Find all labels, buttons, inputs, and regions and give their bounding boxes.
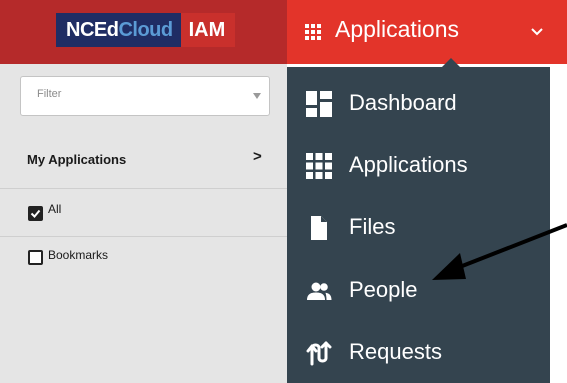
all-checkbox[interactable] <box>28 206 43 221</box>
bookmarks-label: Bookmarks <box>48 248 109 262</box>
menu-item-applications[interactable]: Applications <box>287 140 550 192</box>
ncedcloud-logo[interactable]: NCEd Cloud IAM <box>56 13 236 47</box>
applications-menu-title: Applications <box>335 16 460 42</box>
filter-option-bookmarks[interactable]: Bookmarks <box>0 237 287 285</box>
content-area-right <box>550 67 567 383</box>
menu-item-label: Dashboard <box>349 90 457 115</box>
sidebar: Filter My Applications > All Bookmarks <box>0 64 287 383</box>
file-icon <box>311 216 327 240</box>
logo-text-cloud: Cloud <box>118 18 173 41</box>
people-icon <box>307 282 332 300</box>
menu-item-label: Requests <box>349 339 442 364</box>
bookmarks-checkbox[interactable] <box>28 250 43 265</box>
requests-icon <box>306 341 332 366</box>
menu-item-label: People <box>349 277 418 302</box>
filter-select[interactable]: Filter <box>20 76 270 116</box>
grid-icon <box>306 153 332 179</box>
checkmark-icon <box>30 209 41 218</box>
dashboard-icon <box>306 91 332 117</box>
filter-placeholder: Filter <box>37 88 62 100</box>
menu-caret <box>442 58 460 67</box>
my-applications-label: My Applications <box>27 152 127 167</box>
chevron-down-icon[interactable] <box>531 27 543 37</box>
applications-dropdown-menu: Dashboard Applications Files People Requ… <box>287 67 550 383</box>
menu-item-people[interactable]: People <box>287 265 550 317</box>
menu-item-dashboard[interactable]: Dashboard <box>287 78 550 130</box>
menu-item-label: Applications <box>349 152 468 177</box>
header-brand-bar: NCEd Cloud IAM <box>0 0 287 64</box>
chevron-right-icon: > <box>253 148 262 165</box>
menu-item-requests[interactable]: Requests <box>287 327 550 379</box>
all-label: All <box>48 202 62 216</box>
dropdown-arrow-icon <box>253 93 261 99</box>
filter-option-all[interactable]: All <box>0 189 287 237</box>
my-applications-section[interactable]: My Applications > <box>0 144 287 189</box>
logo-text-iam: IAM <box>180 13 236 47</box>
grid-icon <box>305 24 321 40</box>
logo-text-nced: NCEd <box>66 18 119 41</box>
menu-item-files[interactable]: Files <box>287 202 550 254</box>
applications-menu-toggle[interactable]: Applications <box>287 0 567 64</box>
menu-item-label: Files <box>349 214 396 239</box>
